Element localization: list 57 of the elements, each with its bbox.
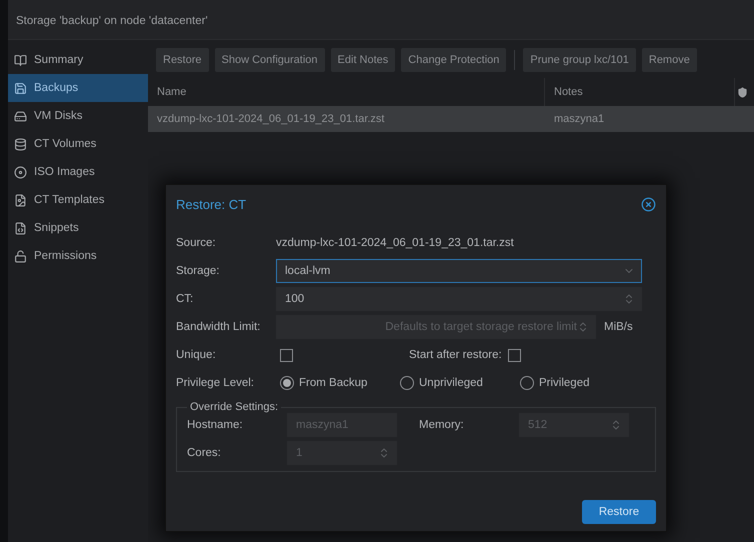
toolbar-button[interactable]: Prune group lxc/101 — [523, 48, 636, 72]
toolbar-button[interactable]: Remove — [642, 48, 697, 72]
sidebar-item[interactable]: Backups — [8, 74, 148, 102]
field-label: Unique: — [176, 349, 217, 361]
checkbox[interactable] — [508, 348, 521, 362]
spinner-arrows-icon — [623, 293, 635, 305]
radio-button[interactable] — [520, 376, 534, 390]
sidebar-item[interactable]: CT Volumes — [8, 130, 148, 158]
checkbox[interactable] — [280, 348, 293, 362]
input-field[interactable]: 100 — [276, 287, 642, 311]
spinner-arrows-icon — [610, 419, 622, 431]
restore-button[interactable]: Restore — [582, 500, 656, 524]
sidebar-item-icon — [14, 222, 27, 234]
field-label: Bandwidth Limit: — [176, 321, 262, 333]
radio-button[interactable] — [400, 376, 414, 390]
field-label: CT: — [176, 293, 194, 305]
field-label: Privilege Level: — [176, 377, 255, 389]
sidebar-item[interactable]: VM Disks — [8, 102, 148, 130]
shield-icon — [737, 86, 748, 98]
sidebar-item[interactable]: Summary — [8, 46, 148, 74]
radio-option[interactable]: Unprivileged — [400, 376, 520, 390]
sidebar-item-icon — [14, 82, 27, 94]
toolbar-button[interactable]: Restore — [156, 48, 209, 72]
spinner-arrows-icon — [577, 321, 589, 333]
storage-dropdown[interactable]: local-lvm — [276, 259, 642, 283]
field-label: Memory: — [419, 419, 465, 431]
dialog-title: Restore: CT — [176, 196, 246, 212]
field-label: Start after restore: — [409, 349, 502, 361]
sidebar-item[interactable]: Snippets — [8, 214, 148, 242]
sidebar-item-icon — [14, 110, 27, 122]
radio-button[interactable] — [280, 376, 294, 390]
toolbar-button[interactable]: Edit Notes — [330, 48, 396, 72]
field-label: Hostname: — [187, 419, 244, 431]
table-cell-text: maszyna1 — [553, 113, 606, 125]
toolbar-button[interactable]: Show Configuration — [214, 48, 325, 72]
field-label: Cores: — [187, 447, 222, 459]
sidebar-item-icon — [14, 138, 27, 150]
source-value: vzdump-lxc-101-2024_06_01-19_23_01.tar.zst — [276, 237, 514, 249]
table-cell-text: vzdump-lxc-101-2024_06_01-19_23_01.tar.zst — [156, 113, 386, 125]
field-label: Storage: — [176, 265, 220, 277]
close-icon[interactable] — [641, 196, 656, 212]
radio-option[interactable]: From Backup — [276, 376, 400, 390]
window-title: Storage 'backup' on node 'datacenter' — [8, 0, 754, 40]
sidebar-item[interactable]: ISO Images — [8, 158, 148, 186]
toolbar-button[interactable]: Change Protection — [401, 48, 506, 72]
radio-option[interactable]: Privileged — [520, 376, 640, 390]
sidebar-item-icon — [14, 194, 27, 206]
spinner-arrows-icon — [378, 447, 390, 459]
sidebar-item-icon — [14, 166, 27, 178]
sidebar-item-icon — [14, 54, 27, 66]
unit-label: MiB/s — [604, 321, 633, 333]
group-legend: Override Settings: — [187, 401, 282, 413]
sidebar-item-icon — [14, 250, 27, 262]
table-row[interactable]: vzdump-lxc-101-2024_06_01-19_23_01.tar.zst maszyna1 — [148, 106, 754, 132]
sidebar-item[interactable]: Permissions — [8, 242, 148, 270]
field-label: Source: — [176, 237, 217, 249]
sidebar-item[interactable]: CT Templates — [8, 186, 148, 214]
